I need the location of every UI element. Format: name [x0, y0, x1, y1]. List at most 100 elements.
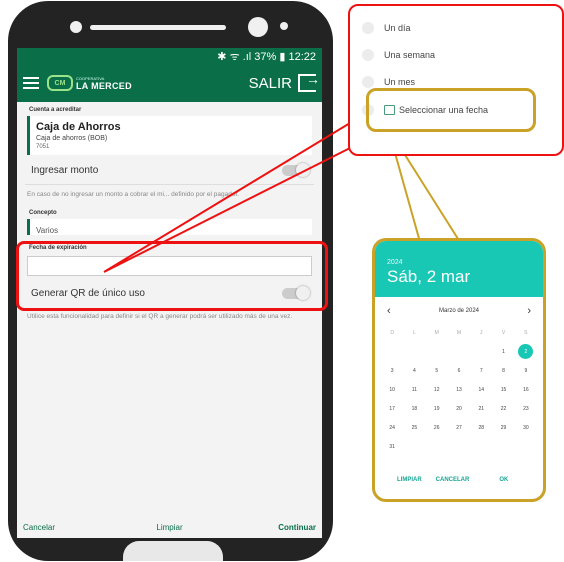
calendar-day[interactable]: 24	[381, 418, 403, 437]
select-date-highlight	[366, 88, 536, 132]
calendar-day-number: 1	[502, 348, 505, 355]
calendar-day[interactable]: 20	[448, 399, 470, 418]
calendar-day-number: 4	[413, 367, 416, 374]
calendar-day-number: 30	[523, 424, 529, 431]
calendar-day-number: 2	[518, 344, 534, 359]
calendar-day-number: 3	[390, 367, 394, 374]
calendar-day-number: 24	[389, 424, 395, 431]
calendar-empty-cell	[470, 437, 492, 456]
option-one-month[interactable]: Un mes	[362, 76, 415, 88]
calendar-day[interactable]: 23	[515, 399, 537, 418]
date-picker-year[interactable]: 2024	[387, 241, 531, 266]
calendar-day[interactable]: 1	[492, 342, 514, 361]
radio-icon	[362, 49, 374, 61]
calendar-day-number: 18	[411, 405, 418, 412]
calendar-day[interactable]: 16	[515, 380, 537, 399]
calendar-day-number: 5	[435, 367, 439, 374]
calendar-empty-cell	[515, 437, 537, 456]
calendar-day[interactable]: 13	[448, 380, 470, 399]
calendar-day-number: 20	[456, 405, 462, 412]
calendar-empty-cell	[426, 342, 448, 361]
calendar-day[interactable]: 31	[381, 437, 403, 456]
calendar-day-number: 19	[433, 405, 440, 412]
calendar-day[interactable]: 8	[492, 361, 514, 380]
calendar-cancel-button[interactable]: CANCELAR	[436, 477, 470, 483]
calendar-empty-cell	[448, 437, 470, 456]
calendar-day-number: 31	[389, 443, 395, 450]
expiration-options-callout: Un día Una semana Un mes Seleccionar una…	[348, 4, 564, 156]
calendar-day[interactable]: 9	[515, 361, 537, 380]
month-navigation: ‹ Marzo de 2024 ›	[375, 297, 543, 317]
calendar-day[interactable]: 11	[403, 380, 425, 399]
month-title: Marzo de 2024	[438, 308, 480, 314]
weekday-label: M	[434, 329, 439, 336]
calendar-day[interactable]: 15	[492, 380, 514, 399]
calendar-day[interactable]: 2	[515, 342, 537, 361]
option-one-week[interactable]: Una semana	[362, 49, 435, 61]
calendar-empty-cell	[426, 437, 448, 456]
calendar-day[interactable]: 4	[403, 361, 425, 380]
date-picker-callout: 2024 Sáb, 2 mar ‹ Marzo de 2024 › DLMMJV…	[372, 238, 546, 502]
calendar-day-number: 13	[456, 386, 462, 393]
chevron-left-icon[interactable]: ‹	[387, 305, 391, 317]
calendar-day[interactable]: 5	[426, 361, 448, 380]
calendar-empty-cell	[403, 342, 425, 361]
calendar-day-number: 21	[478, 405, 485, 412]
calendar-day-number: 10	[389, 386, 395, 393]
calendar-grid: D L M M J V S 1 2 3 4 5 6 7 8 9 10 11 12 13 14 15 16 17 18 19 20 21…	[375, 317, 543, 456]
calendar-day-number: 16	[523, 386, 529, 393]
option-label: Una semana	[384, 50, 436, 60]
radio-icon	[362, 22, 374, 34]
red-connector	[103, 118, 368, 273]
calendar-day[interactable]: 12	[426, 380, 448, 399]
weekday-label: L	[413, 329, 416, 336]
calendar-day-number: 23	[523, 405, 529, 412]
calendar-ok-button[interactable]: OK	[499, 477, 508, 483]
calendar-empty-cell	[470, 342, 492, 361]
calendar-day-number: 12	[433, 386, 440, 393]
calendar-day[interactable]: 10	[381, 380, 403, 399]
calendar-day-number: 15	[500, 386, 507, 393]
calendar-day-number: 14	[478, 386, 485, 393]
calendar-day[interactable]: 28	[470, 418, 492, 437]
calendar-empty-cell	[381, 342, 403, 361]
calendar-day-number: 26	[433, 424, 440, 431]
calendar-day-number: 9	[524, 367, 528, 374]
calendar-day[interactable]: 29	[492, 418, 514, 437]
calendar-day[interactable]: 3	[381, 361, 403, 380]
option-one-day[interactable]: Un día	[362, 22, 411, 34]
calendar-day-number: 11	[411, 386, 418, 393]
calendar-day[interactable]: 7	[470, 361, 492, 380]
radio-icon	[362, 76, 374, 88]
calendar-day-number: 28	[478, 424, 485, 431]
calendar-day[interactable]: 6	[448, 361, 470, 380]
chevron-right-icon[interactable]: ›	[527, 305, 531, 317]
calendar-day-number: 8	[502, 367, 505, 374]
weekday-label: D	[390, 329, 394, 336]
date-picker-actions: LIMPIAR CANCELAR OK	[375, 477, 543, 483]
calendar-day-number: 6	[457, 367, 461, 374]
calendar-day[interactable]: 21	[470, 399, 492, 418]
calendar-day[interactable]: 14	[470, 380, 492, 399]
calendar-day[interactable]: 17	[381, 399, 403, 418]
calendar-day[interactable]: 22	[492, 399, 514, 418]
calendar-day[interactable]: 19	[426, 399, 448, 418]
calendar-day-number: 22	[500, 405, 507, 412]
calendar-empty-cell	[448, 342, 470, 361]
calendar-empty-cell	[492, 437, 514, 456]
weekday-label: M	[456, 329, 462, 336]
calendar-clear-button[interactable]: LIMPIAR	[397, 477, 422, 483]
calendar-day[interactable]: 27	[448, 418, 470, 437]
calendar-day-number: 29	[500, 424, 507, 431]
option-label: Un mes	[384, 77, 416, 87]
calendar-day[interactable]: 26	[426, 418, 448, 437]
calendar-day[interactable]: 25	[403, 418, 425, 437]
weekday-label: S	[524, 329, 528, 336]
calendar-day[interactable]: 18	[403, 399, 425, 418]
option-label: Un día	[384, 23, 411, 33]
calendar-empty-cell	[403, 437, 425, 456]
date-picker-header: 2024 Sáb, 2 mar	[375, 241, 543, 297]
calendar-day-number: 25	[411, 424, 418, 431]
weekday-label: J	[480, 329, 483, 336]
calendar-day[interactable]: 30	[515, 418, 537, 437]
